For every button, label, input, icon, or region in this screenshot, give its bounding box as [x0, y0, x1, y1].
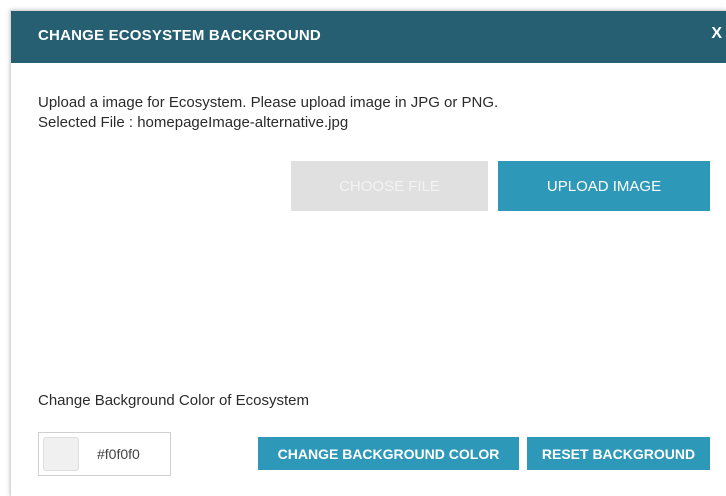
- choose-file-button[interactable]: CHOOSE FILE: [291, 161, 488, 211]
- upload-image-button[interactable]: UPLOAD IMAGE: [498, 161, 710, 211]
- upload-instruction-text: Upload a image for Ecosystem. Please upl…: [38, 94, 499, 111]
- upload-instructions: Upload a image for Ecosystem. Please upl…: [38, 93, 498, 133]
- change-background-dialog: CHANGE ECOSYSTEM BACKGROUND X Upload a i…: [10, 10, 726, 496]
- reset-background-button[interactable]: RESET BACKGROUND: [527, 437, 710, 470]
- change-background-color-button[interactable]: CHANGE BACKGROUND COLOR: [258, 437, 519, 470]
- color-picker-input[interactable]: #f0f0f0: [38, 432, 171, 476]
- color-swatch[interactable]: [43, 437, 79, 471]
- dialog-header: CHANGE ECOSYSTEM BACKGROUND X: [11, 11, 726, 63]
- dialog-title: CHANGE ECOSYSTEM BACKGROUND: [38, 27, 321, 44]
- color-value-text: #f0f0f0: [97, 446, 140, 462]
- background-color-label: Change Background Color of Ecosystem: [38, 392, 309, 409]
- selected-file-text: Selected File : homepageImage-alternativ…: [38, 114, 349, 131]
- close-button[interactable]: X: [711, 25, 722, 43]
